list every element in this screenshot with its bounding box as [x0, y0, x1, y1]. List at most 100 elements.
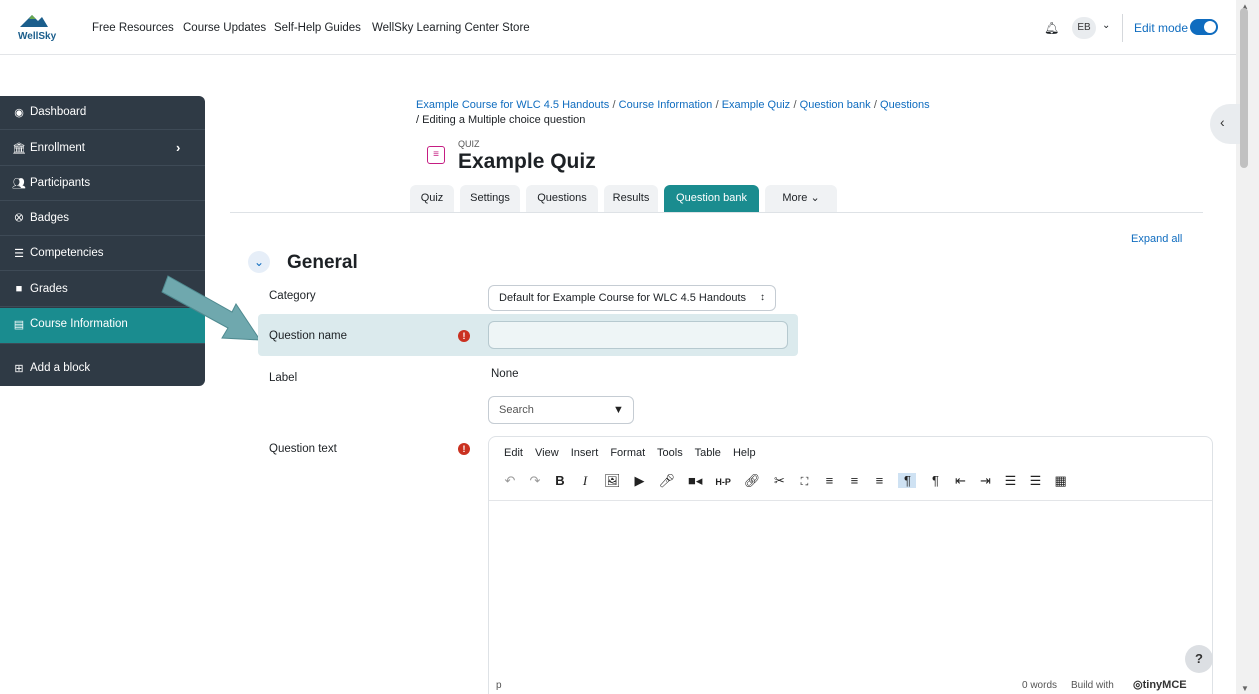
logo-text[interactable]: WellSky: [18, 31, 56, 42]
required-icon: !: [458, 443, 470, 455]
toolbar-divider: [489, 500, 1212, 501]
badge-icon: ⭙: [14, 212, 24, 224]
breadcrumb-current-label: Editing a Multiple choice question: [422, 114, 586, 126]
sidebar-item-competencies[interactable]: ☰ Competencies: [0, 237, 205, 271]
align-right-icon[interactable]: ≡: [873, 473, 885, 488]
menu-format[interactable]: Format: [610, 447, 645, 459]
link-icon[interactable]: 🔗︎: [744, 473, 761, 489]
select-caret-icon: ↕: [760, 292, 765, 303]
breadcrumb-course-information[interactable]: Course Information: [619, 99, 713, 111]
tab-questions[interactable]: Questions: [526, 185, 598, 212]
numbered-list-icon[interactable]: ☰: [1029, 473, 1042, 489]
list-icon: ☰: [14, 248, 24, 260]
tinymce-logo[interactable]: ◎tinyMCE: [1133, 678, 1187, 691]
category-select-value: Default for Example Course for WLC 4.5 H…: [499, 292, 747, 304]
bell-icon[interactable]: 🔔︎: [1044, 21, 1059, 35]
expand-all-link[interactable]: Expand all: [1131, 233, 1182, 245]
sidebar-item-label: Grades: [30, 283, 68, 295]
h5p-icon[interactable]: H-P: [715, 477, 731, 487]
tab-settings[interactable]: Settings: [460, 185, 520, 212]
callout-arrow-icon: [161, 275, 261, 341]
sidebar-item-label: Participants: [30, 177, 91, 189]
tab-more-label: More: [782, 192, 808, 204]
tab-results[interactable]: Results: [604, 185, 658, 212]
avatar[interactable]: EB: [1072, 17, 1096, 39]
microphone-icon[interactable]: 🎤︎: [659, 473, 676, 489]
question-name-label: Question name: [269, 330, 347, 342]
outdent-icon[interactable]: ⇤: [954, 473, 966, 489]
menu-table[interactable]: Table: [695, 447, 721, 459]
label-field-label: Label: [269, 372, 298, 384]
category-select[interactable]: Default for Example Course for WLC 4.5 H…: [488, 285, 776, 311]
breadcrumb-questions[interactable]: Questions: [880, 99, 930, 111]
image-icon[interactable]: 🖼︎: [604, 473, 621, 489]
chevron-right-icon: ›: [176, 140, 181, 155]
category-label: Category: [269, 290, 316, 302]
navbar-divider: [1122, 14, 1123, 42]
tinymce-logo-icon: ◎: [1133, 679, 1143, 691]
editor-word-count[interactable]: 0 words: [1022, 680, 1057, 691]
tab-question-bank[interactable]: Question bank: [664, 185, 759, 212]
page-title: Example Quiz: [458, 150, 596, 173]
ltr-icon[interactable]: ¶: [898, 473, 917, 488]
sidebar-item-label: Competencies: [30, 247, 104, 259]
menu-help[interactable]: Help: [733, 447, 756, 459]
italic-icon[interactable]: I: [579, 473, 591, 489]
bold-icon[interactable]: B: [554, 473, 566, 488]
nav-learning-center-store[interactable]: WellSky Learning Center Store: [372, 22, 530, 34]
toggle-knob: [1204, 21, 1216, 33]
fullscreen-icon[interactable]: ⛶: [798, 476, 810, 489]
video-camera-icon[interactable]: ■◂: [688, 473, 702, 489]
menu-tools[interactable]: Tools: [657, 447, 683, 459]
menu-edit[interactable]: Edit: [504, 447, 523, 459]
tab-more[interactable]: More ⌄: [765, 185, 837, 212]
chevron-down-icon: ⌄: [253, 255, 265, 269]
section-title: General: [287, 252, 358, 273]
calculator-icon[interactable]: ▦: [1054, 473, 1066, 489]
chevron-left-icon[interactable]: ‹: [1220, 114, 1225, 130]
scroll-down-arrow-icon[interactable]: ▼: [1241, 684, 1249, 693]
redo-icon[interactable]: ↷: [529, 473, 541, 489]
bank-icon: 🏛︎: [12, 143, 26, 155]
indent-icon[interactable]: ⇥: [979, 473, 991, 489]
undo-icon[interactable]: ↶: [504, 473, 516, 489]
nav-free-resources[interactable]: Free Resources: [92, 22, 174, 34]
breadcrumb-current: / Editing a Multiple choice question: [416, 114, 585, 126]
breadcrumb-quiz[interactable]: Example Quiz: [722, 99, 790, 111]
wellsky-logo-icon[interactable]: [18, 12, 48, 28]
dashboard-icon: ◉: [14, 107, 24, 119]
sidebar-item-dashboard[interactable]: ◉ Dashboard: [0, 96, 205, 130]
help-button[interactable]: ?: [1185, 645, 1213, 673]
unlink-icon[interactable]: ✂: [773, 473, 785, 489]
chevron-down-icon[interactable]: ⌄: [1102, 20, 1110, 31]
edit-mode-label[interactable]: Edit mode: [1134, 21, 1188, 35]
question-name-input[interactable]: [488, 321, 788, 349]
bullet-list-icon[interactable]: ☰: [1004, 473, 1017, 489]
sidebar-item-label: Add a block: [30, 362, 91, 374]
breadcrumb-course[interactable]: Example Course for WLC 4.5 Handouts: [416, 99, 609, 111]
search-placeholder: Search: [499, 404, 534, 416]
dropdown-caret-icon: ▼: [613, 404, 624, 416]
editor-element-path[interactable]: p: [496, 680, 502, 691]
editor-build-with: Build with: [1071, 680, 1114, 691]
collapse-section-button[interactable]: ⌄: [248, 251, 270, 273]
sidebar-item-add-block[interactable]: ⊞ Add a block: [0, 352, 205, 386]
sidebar-item-participants[interactable]: 👥︎ Participants: [0, 167, 205, 201]
quiz-icon: ≡: [427, 146, 445, 164]
nav-self-help-guides[interactable]: Self-Help Guides: [274, 22, 361, 34]
menu-insert[interactable]: Insert: [571, 447, 599, 459]
scrollbar-thumb[interactable]: [1240, 8, 1248, 168]
open-drawer-button[interactable]: [1210, 104, 1240, 144]
nav-course-updates[interactable]: Course Updates: [183, 22, 266, 34]
rtl-icon[interactable]: ¶: [929, 473, 941, 488]
tab-quiz[interactable]: Quiz: [410, 185, 454, 212]
sidebar-item-badges[interactable]: ⭙ Badges: [0, 202, 205, 236]
sidebar-item-label: Dashboard: [30, 106, 87, 118]
menu-view[interactable]: View: [535, 447, 559, 459]
align-center-icon[interactable]: ≡: [848, 473, 860, 488]
label-search-input[interactable]: Search ▼: [488, 396, 634, 424]
align-left-icon[interactable]: ≡: [823, 473, 835, 488]
sidebar-item-enrollment[interactable]: 🏛︎ Enrollment ›: [0, 132, 205, 166]
breadcrumb-question-bank[interactable]: Question bank: [800, 99, 871, 111]
media-icon[interactable]: ▶: [634, 473, 646, 489]
